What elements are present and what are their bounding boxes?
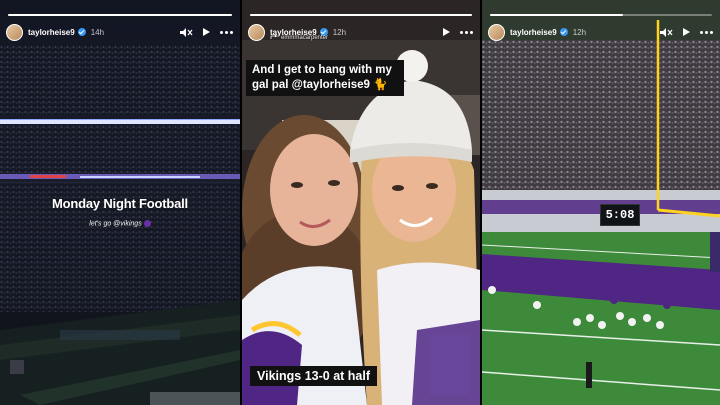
story-progress-fill <box>8 14 232 16</box>
story-header: taylorheise9 14h <box>0 22 240 42</box>
avatar[interactable] <box>488 23 505 41</box>
story-header: taylorheise9 12h <box>482 22 720 42</box>
verified-badge-icon <box>559 28 568 36</box>
story-progress-fill <box>250 14 472 16</box>
mute-icon[interactable] <box>178 24 194 40</box>
more-icon[interactable] <box>218 24 234 40</box>
story-progress-bar <box>490 14 712 16</box>
stadium-scoreboard-clock: 5:08 <box>600 204 640 226</box>
story-progress-bar <box>8 14 232 16</box>
story-progress-fill <box>490 14 624 16</box>
football-field-photo <box>482 0 720 405</box>
story-title: Monday Night Football <box>52 196 188 211</box>
subtitle-text[interactable]: let's go @vikings <box>89 220 141 227</box>
timestamp: 12h <box>332 27 347 37</box>
story-panel-3[interactable]: taylorheise9 12h <box>482 0 720 405</box>
timestamp: 12h <box>572 27 587 37</box>
username[interactable]: taylorheise9 <box>510 28 557 37</box>
story-progress-bar <box>250 14 472 16</box>
mute-icon[interactable] <box>658 24 674 40</box>
timestamp: 14h <box>90 27 105 37</box>
attribution-username[interactable]: emmmacarpenter <box>281 35 328 41</box>
story-panel-1[interactable]: taylorheise9 14h Monday Night Football l… <box>0 0 240 405</box>
play-icon[interactable] <box>438 24 454 40</box>
play-icon[interactable] <box>678 24 694 40</box>
purple-heart-icon <box>143 220 151 227</box>
username[interactable]: taylorheise9 <box>28 28 75 37</box>
repost-icon <box>270 35 278 39</box>
story-caption-bottom: Vikings 13-0 at half <box>250 366 378 386</box>
repost-attribution[interactable]: emmmacarpenter <box>270 35 328 41</box>
avatar[interactable] <box>6 23 23 41</box>
more-icon[interactable] <box>698 24 714 40</box>
story-caption-top: And I get to hang with my gal pal @taylo… <box>246 60 404 96</box>
avatar[interactable] <box>248 23 265 41</box>
more-icon[interactable] <box>458 24 474 40</box>
verified-badge-icon <box>77 28 86 36</box>
play-icon[interactable] <box>198 24 214 40</box>
story-subtitle: let's go @vikings <box>0 220 240 227</box>
